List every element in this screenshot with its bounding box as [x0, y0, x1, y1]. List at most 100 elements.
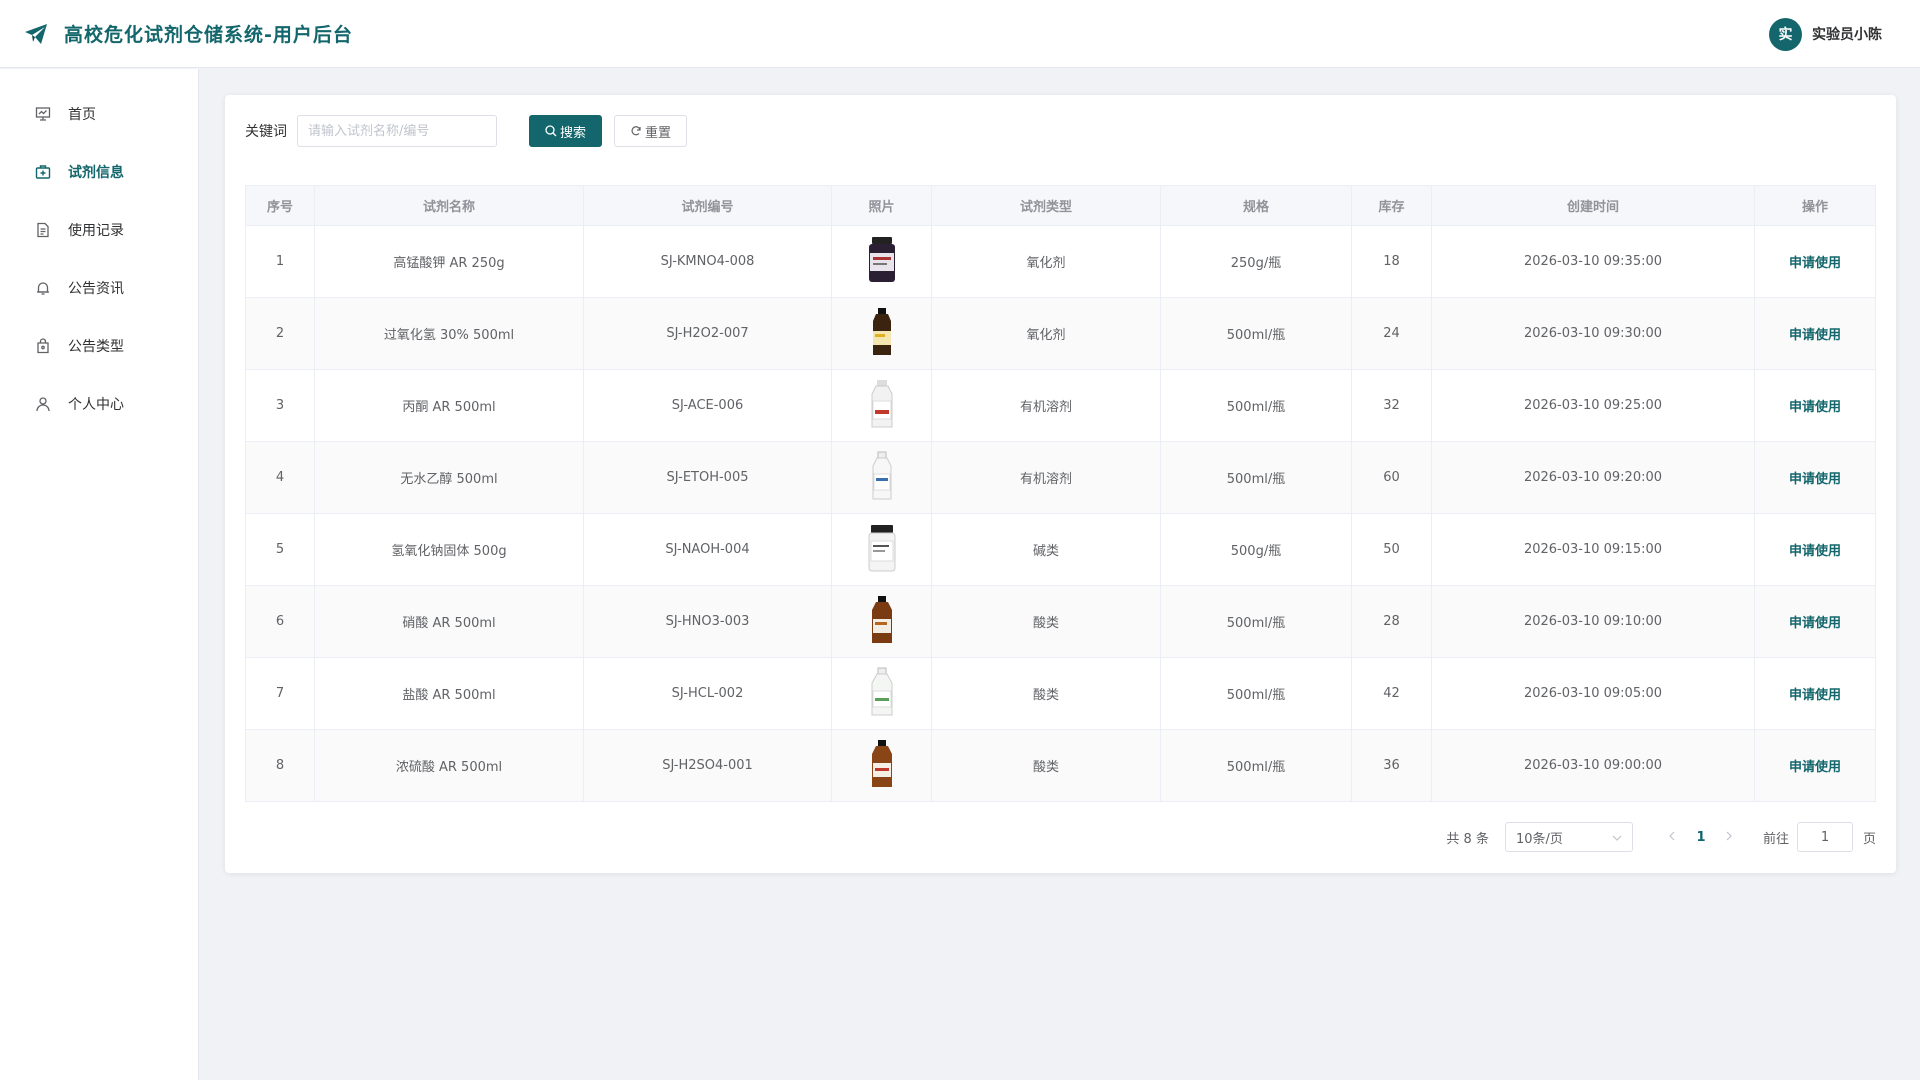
page-number-1[interactable]: 1	[1687, 830, 1715, 845]
table-row: 1 高锰酸钾 AR 250g SJ-KMNO4-008 氧化剂 250g/瓶 1…	[245, 225, 1876, 298]
prev-page-button[interactable]	[1657, 830, 1687, 845]
cell-type: 酸类	[931, 585, 1161, 658]
cell-index: 2	[245, 297, 315, 370]
sidebar-item-label: 首页	[68, 107, 96, 123]
cell-created: 2026-03-10 09:25:00	[1431, 369, 1755, 442]
cell-action: 申请使用	[1754, 729, 1876, 802]
apply-use-link[interactable]: 申请使用	[1789, 760, 1841, 775]
sidebar-item-label: 个人中心	[68, 397, 124, 413]
cell-name: 盐酸 AR 500ml	[314, 657, 584, 730]
refresh-icon	[630, 125, 642, 137]
sidebar-item-announcement-types[interactable]: 公告类型	[0, 317, 198, 375]
keyword-label: 关键词	[245, 124, 287, 140]
cell-spec: 500ml/瓶	[1160, 729, 1352, 802]
reagent-photo[interactable]	[862, 449, 902, 503]
keyword-input[interactable]	[297, 115, 497, 147]
column-header-action: 操作	[1754, 185, 1876, 226]
reagent-photo[interactable]	[862, 737, 902, 791]
cell-action: 申请使用	[1754, 369, 1876, 442]
cell-index: 5	[245, 513, 315, 586]
reset-button-label: 重置	[645, 125, 672, 141]
sidebar-item-reagent-info[interactable]: 试剂信息	[0, 143, 198, 201]
cell-type: 有机溶剂	[931, 369, 1161, 442]
sidebar-item-announcements[interactable]: 公告资讯	[0, 259, 198, 317]
apply-use-link[interactable]: 申请使用	[1789, 616, 1841, 631]
cell-action: 申请使用	[1754, 225, 1876, 298]
cell-spec: 500ml/瓶	[1160, 657, 1352, 730]
main-card: 关键词 搜索 重置 序号 试剂名称 试剂编号 照片	[225, 95, 1896, 873]
cell-code: SJ-KMNO4-008	[583, 225, 832, 298]
reagent-photo[interactable]	[862, 521, 902, 575]
search-button[interactable]: 搜索	[529, 115, 603, 147]
sidebar-item-label: 试剂信息	[68, 165, 124, 181]
cell-code: SJ-H2O2-007	[583, 297, 832, 370]
cell-spec: 500ml/瓶	[1160, 441, 1352, 514]
sidebar-item-usage-records[interactable]: 使用记录	[0, 201, 198, 259]
cell-action: 申请使用	[1754, 441, 1876, 514]
reagent-photo[interactable]	[862, 377, 902, 431]
cell-name: 高锰酸钾 AR 250g	[314, 225, 584, 298]
cell-spec: 500ml/瓶	[1160, 369, 1352, 442]
cell-spec: 500ml/瓶	[1160, 585, 1352, 658]
page-size-select[interactable]: 10条/页	[1504, 822, 1633, 852]
cell-stock: 50	[1351, 513, 1432, 586]
apply-use-link[interactable]: 申请使用	[1789, 688, 1841, 703]
table-row: 3 丙酮 AR 500ml SJ-ACE-006 有机溶剂 500ml/瓶 32…	[245, 369, 1876, 442]
cell-index: 4	[245, 441, 315, 514]
cell-photo	[831, 513, 932, 586]
cell-code: SJ-H2SO4-001	[583, 729, 832, 802]
apply-use-link[interactable]: 申请使用	[1789, 328, 1841, 343]
cell-type: 氧化剂	[931, 225, 1161, 298]
cell-action: 申请使用	[1754, 513, 1876, 586]
user-icon	[34, 395, 52, 413]
apply-use-link[interactable]: 申请使用	[1789, 544, 1841, 559]
apply-use-link[interactable]: 申请使用	[1789, 256, 1841, 271]
table-row: 4 无水乙醇 500ml SJ-ETOH-005 有机溶剂 500ml/瓶 60…	[245, 441, 1876, 514]
cell-created: 2026-03-10 09:00:00	[1431, 729, 1755, 802]
cell-name: 无水乙醇 500ml	[314, 441, 584, 514]
cell-spec: 500ml/瓶	[1160, 297, 1352, 370]
reagent-photo[interactable]	[862, 665, 902, 719]
goto-label: 前往	[1762, 831, 1789, 847]
next-page-button[interactable]	[1715, 830, 1745, 845]
cell-name: 硝酸 AR 500ml	[314, 585, 584, 658]
goto-page-input[interactable]	[1796, 822, 1853, 852]
column-header-spec: 规格	[1160, 185, 1352, 226]
cell-photo	[831, 585, 932, 658]
column-header-index: 序号	[245, 185, 315, 226]
cell-index: 1	[245, 225, 315, 298]
cell-name: 氢氧化钠固体 500g	[314, 513, 584, 586]
cell-code: SJ-ACE-006	[583, 369, 832, 442]
page-size-value: 10条/页	[1515, 831, 1563, 847]
cell-photo	[831, 297, 932, 370]
reagent-photo[interactable]	[862, 233, 902, 287]
total-count: 共 8 条	[1446, 831, 1489, 847]
cell-created: 2026-03-10 09:05:00	[1431, 657, 1755, 730]
sidebar-item-label: 使用记录	[68, 223, 124, 239]
column-header-created: 创建时间	[1431, 185, 1755, 226]
reset-button[interactable]: 重置	[614, 115, 688, 147]
cell-type: 有机溶剂	[931, 441, 1161, 514]
cell-index: 8	[245, 729, 315, 802]
cell-code: SJ-ETOH-005	[583, 441, 832, 514]
cell-stock: 18	[1351, 225, 1432, 298]
sidebar: 首页 试剂信息 使用记录 公告资讯 公告类型 个人中心	[0, 69, 199, 1080]
user-name[interactable]: 实验员小陈	[1812, 24, 1882, 44]
table-row: 7 盐酸 AR 500ml SJ-HCL-002 酸类 500ml/瓶 42 2…	[245, 657, 1876, 730]
user-menu[interactable]: 实 实验员小陈	[1769, 0, 1882, 68]
cell-code: SJ-HNO3-003	[583, 585, 832, 658]
apply-use-link[interactable]: 申请使用	[1789, 400, 1841, 415]
search-button-label: 搜索	[560, 125, 587, 141]
reagent-photo[interactable]	[862, 305, 902, 359]
cell-photo	[831, 657, 932, 730]
sidebar-item-home[interactable]: 首页	[0, 85, 198, 143]
avatar[interactable]: 实	[1769, 17, 1802, 51]
cell-type: 碱类	[931, 513, 1161, 586]
cell-stock: 42	[1351, 657, 1432, 730]
cell-created: 2026-03-10 09:15:00	[1431, 513, 1755, 586]
lock-bag-icon	[34, 337, 52, 355]
apply-use-link[interactable]: 申请使用	[1789, 472, 1841, 487]
table-header-row: 序号 试剂名称 试剂编号 照片 试剂类型 规格 库存 创建时间 操作	[245, 185, 1876, 226]
sidebar-item-personal-center[interactable]: 个人中心	[0, 375, 198, 433]
reagent-photo[interactable]	[862, 593, 902, 647]
